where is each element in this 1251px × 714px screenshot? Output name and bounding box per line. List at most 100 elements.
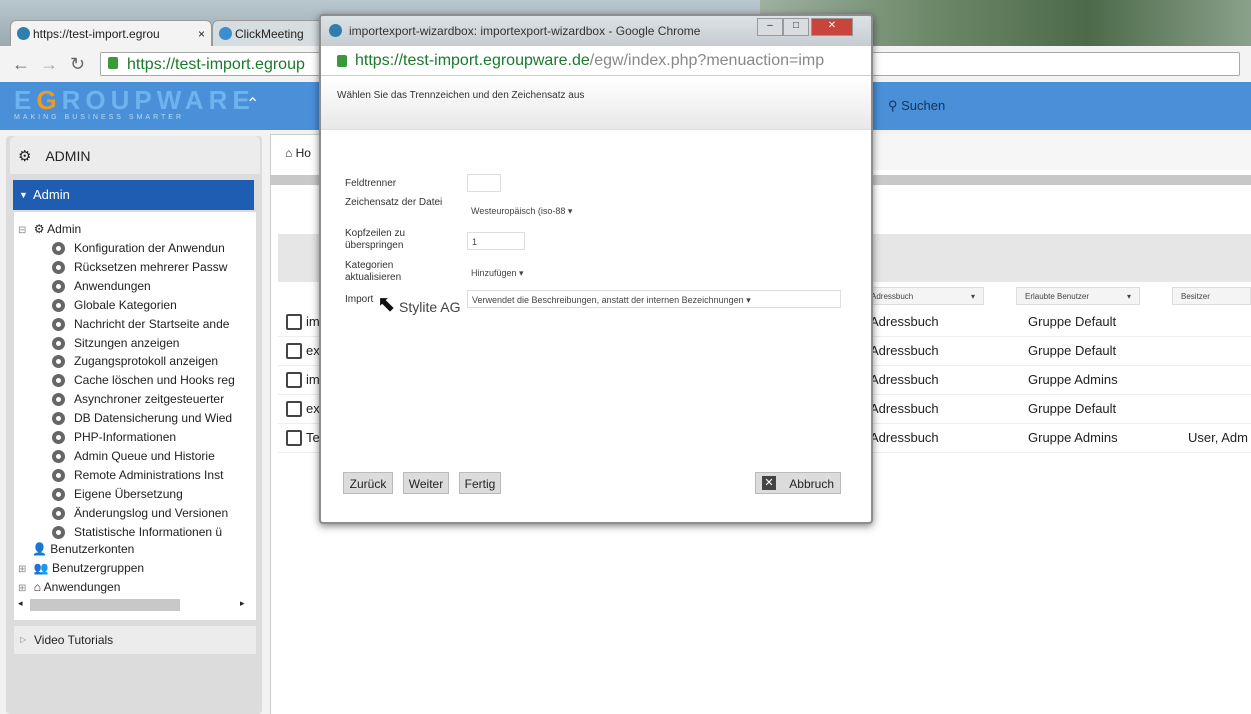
cell-name: ex — [306, 343, 320, 358]
close-window-button[interactable]: ✕ — [811, 18, 853, 36]
import-select[interactable]: Verwendet die Beschreibungen, anstatt de… — [467, 290, 841, 308]
cell-name: im — [306, 314, 320, 329]
search-icon: ⚲ — [888, 98, 902, 113]
user-icon: 👤 — [32, 542, 47, 556]
next-button[interactable]: Weiter — [403, 472, 449, 494]
settings-icon — [52, 336, 65, 350]
tree-item[interactable]: Rücksetzen mehrerer Passw — [52, 258, 227, 277]
browser-tab-clickmeeting[interactable]: ClickMeeting — [212, 20, 324, 46]
admin-app-icon: ⚙ — [18, 148, 32, 165]
sidebar-section-video-tutorials[interactable]: ▷ Video Tutorials — [14, 626, 256, 654]
categories-label: Kategorien aktualisieren — [345, 260, 402, 283]
home-icon: ⌂ — [33, 580, 41, 594]
tree-item[interactable]: Remote Administrations Inst — [52, 466, 223, 485]
browser-tab-label: ClickMeeting — [235, 27, 304, 41]
home-icon: ⌂ — [285, 146, 296, 160]
settings-icon — [52, 431, 65, 444]
tree-item-anwendungen[interactable]: ⊞ ⌂ Anwendungen — [18, 578, 120, 597]
definition-icon — [286, 314, 302, 330]
lock-icon — [108, 57, 118, 69]
expand-icon[interactable]: ⊞ — [18, 583, 26, 594]
admin-tree: ⊟ ⚙ Admin Konfiguration der Anwendun Rück… — [14, 212, 256, 620]
settings-icon — [52, 317, 65, 331]
tree-item[interactable]: Statistische Informationen ü — [52, 523, 222, 542]
sidebar-header: ⚙ ADMIN — [10, 136, 260, 174]
cell-app: Adressbuch — [870, 372, 939, 387]
egroupware-logo[interactable]: EGROUPWARE — [14, 85, 255, 116]
settings-icon — [52, 355, 65, 369]
tree-item[interactable]: Asynchroner zeitgesteuerter — [52, 390, 224, 409]
caret-down-icon: ▼ — [19, 190, 28, 200]
tree-root-admin[interactable]: ⊟ ⚙ Admin — [18, 220, 81, 239]
cell-name: Te — [306, 430, 320, 445]
finish-button[interactable]: Fertig — [459, 472, 501, 494]
watermark-text: Stylite AG — [399, 299, 461, 315]
back-arrow-icon[interactable]: ← — [12, 54, 30, 75]
cell-app: Adressbuch — [870, 314, 939, 329]
tree-item[interactable]: DB Datensicherung und Wied — [52, 409, 232, 428]
cancel-button[interactable]: ✕ Abbruch — [755, 472, 841, 494]
search-button[interactable]: ⚲ Suchen — [888, 98, 945, 114]
tree-item[interactable]: PHP-Informationen — [52, 428, 176, 447]
cell-app: Adressbuch — [870, 430, 939, 445]
column-header-app[interactable]: Adressbuch ▾ — [862, 287, 984, 305]
settings-icon — [52, 487, 65, 501]
cancel-x-icon: ✕ — [762, 476, 776, 490]
tree-item[interactable]: Sitzungen anzeigen — [52, 334, 179, 353]
mouse-cursor-icon: ⬉ — [377, 291, 396, 316]
tree-item[interactable]: Cache löschen und Hooks reg — [52, 371, 235, 390]
tree-item[interactable]: Anwendungen — [52, 277, 151, 296]
minimize-button[interactable]: – — [757, 18, 783, 36]
cell-owner: User, Adm — [1188, 430, 1248, 445]
maximize-button[interactable]: □ — [783, 18, 809, 36]
chevron-up-icon[interactable]: ⌃ — [246, 94, 259, 114]
tree-item[interactable]: Eigene Übersetzung — [52, 485, 183, 504]
expand-icon[interactable]: ⊞ — [18, 564, 26, 575]
popup-favicon-icon — [329, 24, 342, 37]
scroll-left-icon[interactable]: ◂ — [18, 598, 23, 609]
tree-item-benutzergruppen[interactable]: ⊞ 👥 Benutzergruppen — [18, 559, 144, 578]
tree-item[interactable]: Konfiguration der Anwendun — [52, 239, 225, 258]
wizard-popup-window: importexport-wizardbox: importexport-wiz… — [319, 14, 873, 524]
settings-icon — [52, 260, 65, 274]
separator-label: Feldtrenner — [345, 178, 397, 189]
definition-icon — [286, 401, 302, 417]
back-button[interactable]: Zurück — [343, 472, 393, 494]
tree-item-benutzerkonten[interactable]: 👤 Benutzerkonten — [18, 540, 134, 559]
sidebar-section-admin[interactable]: ▼ Admin — [13, 180, 254, 210]
tree-item[interactable]: Änderungslog und Versionen — [52, 504, 228, 523]
settings-icon — [52, 374, 65, 388]
horizontal-scrollbar[interactable] — [30, 599, 180, 611]
browser-tab-label: https://test-import.egrou — [33, 27, 160, 41]
separator-input[interactable] — [467, 174, 501, 192]
cell-users: Gruppe Admins — [1028, 430, 1118, 445]
categories-select[interactable]: Hinzufügen ▾ — [467, 264, 557, 282]
charset-label: Zeichensatz der Datei — [345, 197, 443, 208]
settings-icon — [52, 525, 65, 539]
close-tab-icon[interactable]: × — [198, 21, 205, 46]
collapse-icon[interactable]: ⊟ — [18, 225, 26, 236]
definition-icon — [286, 430, 302, 446]
settings-icon — [52, 279, 65, 293]
tree-item[interactable]: Zugangsprotokoll anzeigen — [52, 352, 218, 371]
charset-select[interactable]: Westeuropäisch (iso-88 ▾ — [467, 202, 617, 220]
tree-item[interactable]: Nachricht der Startseite ande — [52, 315, 229, 334]
import-label: Import — [345, 294, 374, 305]
forward-arrow-icon[interactable]: → — [40, 54, 58, 75]
column-header-allowed-users[interactable]: Erlaubte Benutzer ▾ — [1016, 287, 1140, 305]
cell-app: Adressbuch — [870, 401, 939, 416]
browser-tab-active[interactable]: https://test-import.egrou × — [10, 20, 212, 46]
clickmeeting-favicon-icon — [219, 27, 232, 40]
cell-name: im — [306, 372, 320, 387]
scroll-right-icon[interactable]: ▸ — [240, 598, 245, 609]
sidebar-title: ADMIN — [45, 148, 91, 164]
tree-item[interactable]: Globale Kategorien — [52, 296, 177, 315]
admin-icon: ⚙ — [33, 222, 45, 236]
skip-lines-input[interactable]: 1 — [467, 232, 525, 250]
cell-users: Gruppe Default — [1028, 314, 1117, 329]
reload-icon[interactable]: ↻ — [70, 54, 85, 75]
popup-address-bar[interactable]: https://test-import.egroupware.de/egw/in… — [321, 46, 871, 76]
tree-item[interactable]: Admin Queue und Historie — [52, 447, 215, 466]
cell-users: Gruppe Default — [1028, 343, 1117, 358]
column-header-owner[interactable]: Besitzer — [1172, 287, 1251, 305]
